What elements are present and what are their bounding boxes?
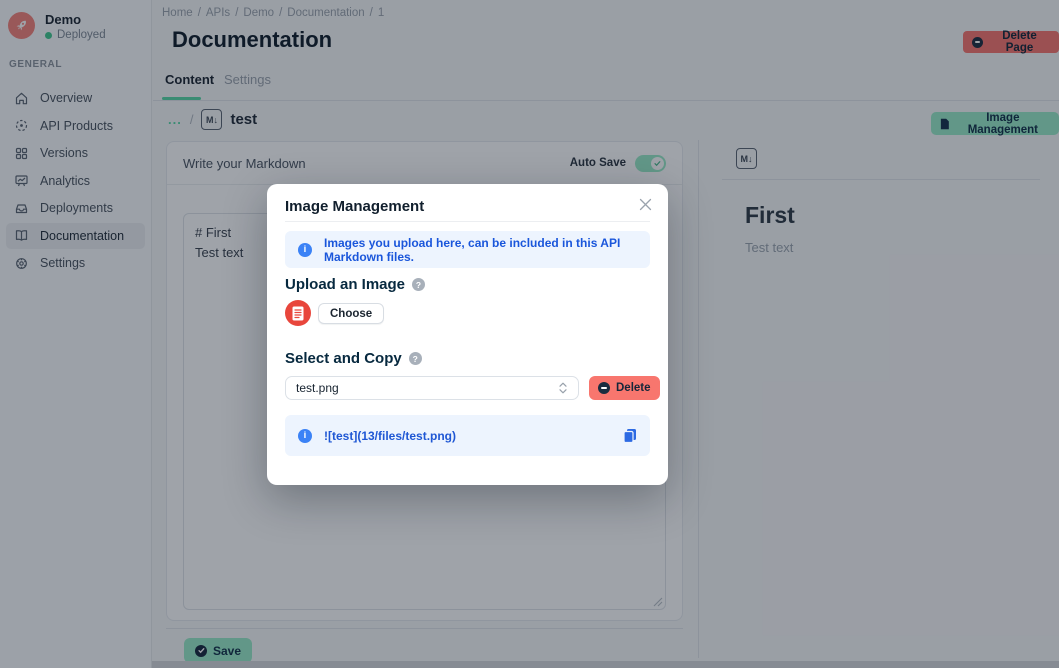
choose-file-button[interactable]: Choose <box>318 303 384 324</box>
modal-title: Image Management <box>285 198 424 215</box>
minus-circle-icon <box>598 382 610 394</box>
info-icon: i <box>298 243 312 257</box>
upload-heading-text: Upload an Image <box>285 276 405 293</box>
chevron-updown-icon <box>558 381 568 395</box>
upload-section-heading: Upload an Image ? <box>285 276 425 293</box>
delete-label: Delete <box>616 382 651 394</box>
image-select[interactable]: test.png <box>285 376 579 400</box>
image-management-modal: Image Management i Images you upload her… <box>267 184 668 485</box>
select-heading-text: Select and Copy <box>285 350 402 367</box>
copy-icon[interactable] <box>623 428 637 443</box>
close-icon[interactable] <box>636 195 654 213</box>
select-section-heading: Select and Copy ? <box>285 350 422 367</box>
delete-image-button[interactable]: Delete <box>589 376 660 400</box>
markdown-snippet: ![test](13/files/test.png) <box>324 429 456 443</box>
upload-info-text: Images you upload here, can be included … <box>324 236 637 264</box>
help-icon[interactable]: ? <box>409 352 422 365</box>
help-icon[interactable]: ? <box>412 278 425 291</box>
upload-info-alert: i Images you upload here, can be include… <box>285 231 650 268</box>
file-icon <box>285 300 311 326</box>
info-icon: i <box>298 429 312 443</box>
markdown-snippet-box: i ![test](13/files/test.png) <box>285 415 650 456</box>
selected-file-name: test.png <box>296 381 339 395</box>
modal-header-divider <box>285 221 650 222</box>
